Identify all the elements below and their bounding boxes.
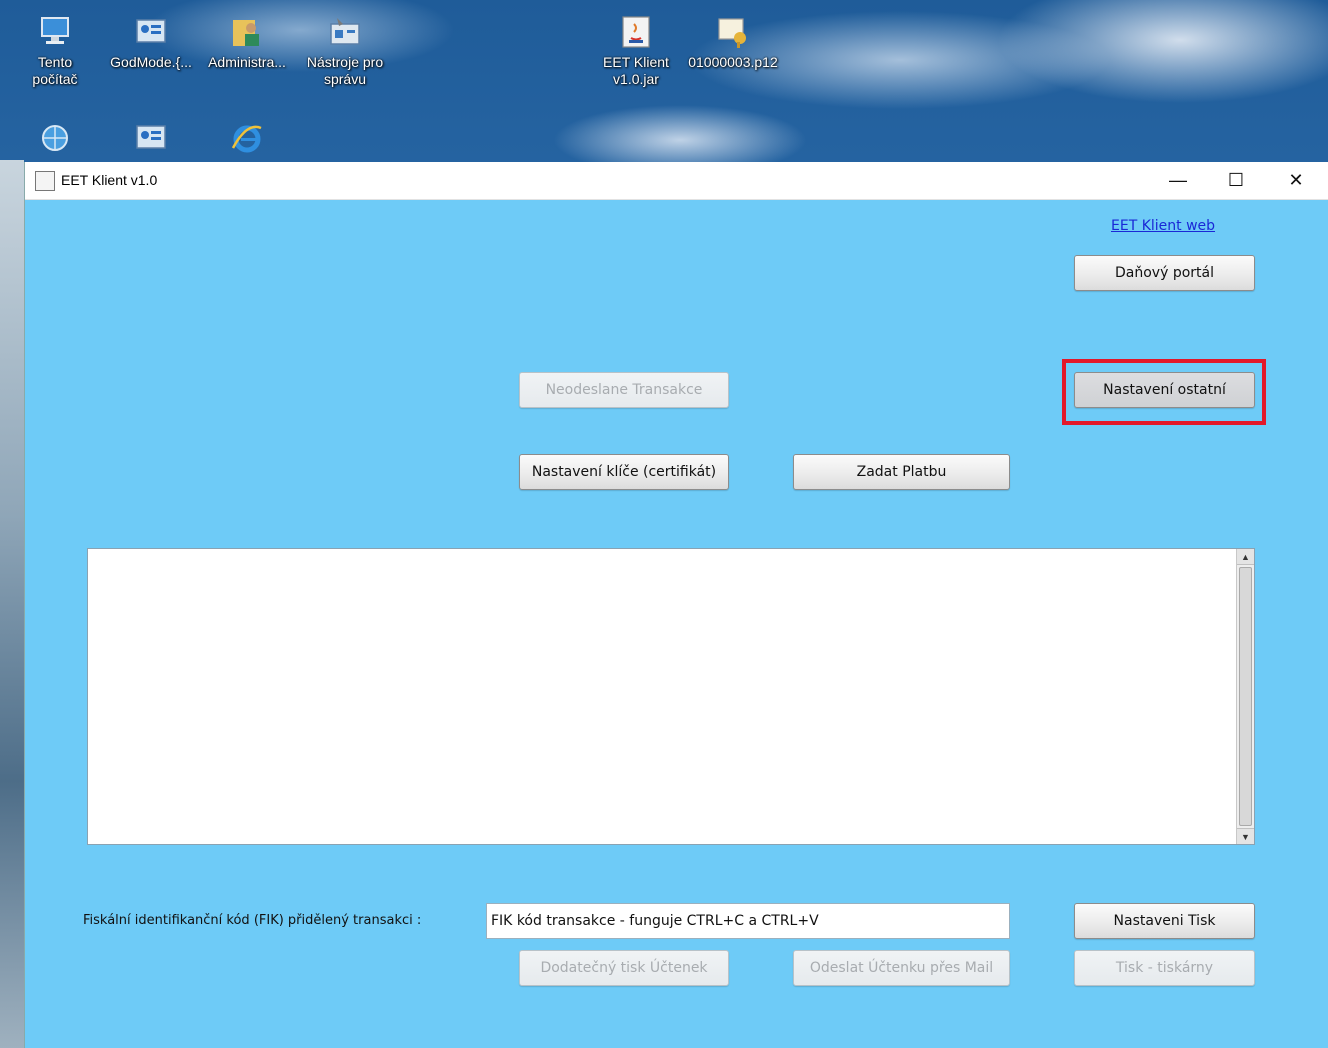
extra-print-button[interactable]: Dodatečný tisk Účtenek xyxy=(519,950,729,986)
minimize-button[interactable]: — xyxy=(1149,162,1207,198)
scroll-up-icon[interactable]: ▲ xyxy=(1237,549,1254,565)
desktop-icon-label: počítač xyxy=(32,71,78,87)
control-panel-icon xyxy=(136,125,166,149)
eet-klient-web-link[interactable]: EET Klient web xyxy=(1111,218,1215,234)
desktop-icon-network[interactable] xyxy=(10,120,100,160)
user-folder-icon xyxy=(233,20,259,46)
scroll-thumb[interactable] xyxy=(1239,567,1252,826)
desktop-icon-internet-explorer[interactable] xyxy=(202,120,292,160)
desktop-icon-label: Nástroje pro xyxy=(306,54,384,70)
desktop-icon-label: Administra... xyxy=(208,54,286,70)
fik-label: Fiskální identifikanční kód (FIK) přiděl… xyxy=(83,913,422,928)
print-settings-button[interactable]: Nastaveni Tisk xyxy=(1074,903,1255,939)
desktop-icon-certificate[interactable]: 01000003.p12 xyxy=(688,14,778,71)
key-settings-button[interactable]: Nastavení klíče (certifikát) xyxy=(519,454,729,490)
enter-payment-button[interactable]: Zadat Platbu xyxy=(793,454,1010,490)
desktop-icon-administrator[interactable]: Administra... xyxy=(202,14,292,71)
desktop-icon-godmode[interactable]: GodMode.{... xyxy=(106,14,196,71)
internet-explorer-icon xyxy=(231,125,262,153)
desktop-icon-label: EET Klient xyxy=(603,54,669,70)
desktop-icon-label: 01000003.p12 xyxy=(688,54,778,70)
fik-field[interactable]: FIK kód transakce - funguje CTRL+C a CTR… xyxy=(486,903,1010,939)
printers-button[interactable]: Tisk - tiskárny xyxy=(1074,950,1255,986)
maximize-button[interactable]: ☐ xyxy=(1207,162,1265,198)
other-settings-button[interactable]: Nastavení ostatní xyxy=(1074,372,1255,408)
desktop-icon-label: v1.0.jar xyxy=(613,71,659,87)
eet-client-window: EET Klient v1.0 — ☐ ✕ EET Klient web Daň… xyxy=(24,162,1328,1048)
unsent-transactions-button[interactable]: Neodeslane Transakce xyxy=(519,372,729,408)
scroll-down-icon[interactable]: ▼ xyxy=(1237,828,1254,844)
log-textarea[interactable]: ▲ ▼ xyxy=(87,548,1255,845)
close-button[interactable]: ✕ xyxy=(1267,162,1325,198)
send-mail-button[interactable]: Odeslat Účtenku přes Mail xyxy=(793,950,1010,986)
desktop-icon-this-pc[interactable]: Tento počítač xyxy=(10,14,100,88)
window-title: EET Klient v1.0 xyxy=(61,172,158,188)
desktop-icon-label: Tento xyxy=(37,54,73,70)
desktop-icon-admin-tools[interactable]: Nástroje pro správu xyxy=(300,14,390,88)
desktop-icon-label: GodMode.{... xyxy=(110,54,192,70)
java-app-icon xyxy=(35,171,55,191)
desktop-icon-eet-jar[interactable]: EET Klient v1.0.jar xyxy=(591,14,681,88)
log-scrollbar[interactable]: ▲ ▼ xyxy=(1236,549,1254,844)
computer-icon xyxy=(41,17,69,44)
desktop-icon-control-panel[interactable] xyxy=(106,120,196,160)
certificate-icon xyxy=(718,18,746,48)
background-window-edge xyxy=(0,160,24,1048)
desktop-icon-label: správu xyxy=(323,71,367,87)
java-jar-icon xyxy=(622,16,650,48)
control-panel-icon xyxy=(136,19,166,43)
admin-tools-icon xyxy=(330,18,360,45)
tax-portal-button[interactable]: Daňový portál xyxy=(1074,255,1255,291)
network-icon xyxy=(42,125,68,151)
window-titlebar[interactable]: EET Klient v1.0 — ☐ ✕ xyxy=(25,162,1328,200)
